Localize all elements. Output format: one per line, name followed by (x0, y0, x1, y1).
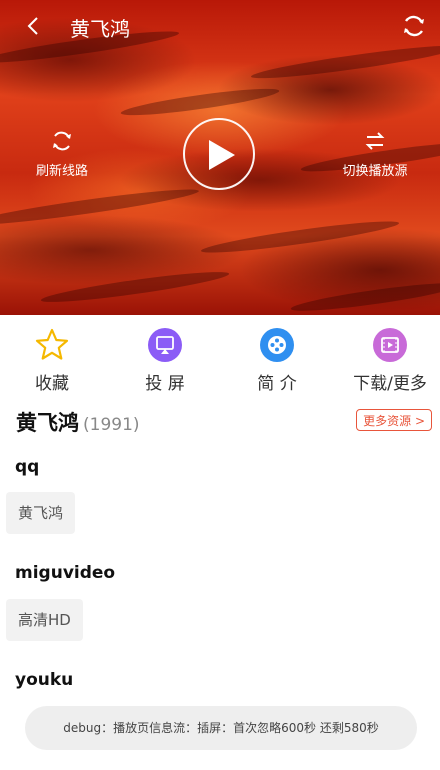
source-name-miguvideo: miguvideo (15, 563, 116, 583)
source-name-youku: youku (15, 670, 74, 690)
movie-year: (1991) (83, 415, 140, 435)
intro-label: 简 介 (257, 374, 297, 394)
film-reel-icon (259, 327, 295, 363)
source-name-qq: qq (15, 457, 40, 477)
cast-button[interactable]: 投 屏 (115, 325, 215, 394)
favorite-button[interactable]: 收藏 (2, 325, 102, 394)
favorite-label: 收藏 (35, 374, 69, 394)
episode-chip[interactable]: 高清HD (6, 599, 83, 641)
download-more-label: 下载/更多 (353, 374, 427, 394)
action-bar: 收藏 投 屏 简 介 下载/更多 (0, 325, 440, 395)
movie-title: 黄飞鸿 (1991) (16, 407, 140, 437)
page-title: 黄飞鸿 (70, 17, 130, 41)
play-button[interactable] (183, 118, 255, 190)
download-more-icon (372, 327, 408, 363)
debug-toast: debug：播放页信息流：插屏：首次忽略600秒 还剩580秒 (25, 706, 417, 750)
rotate-button[interactable] (400, 12, 428, 40)
play-icon (209, 140, 235, 170)
refresh-icon (404, 15, 424, 37)
back-button[interactable] (22, 14, 46, 38)
refresh-line-icon (53, 131, 71, 151)
chevron-left-icon (27, 17, 38, 35)
switch-source-button[interactable]: 切换播放源 (330, 128, 420, 179)
download-more-button[interactable]: 下载/更多 (340, 325, 440, 394)
episode-chip[interactable]: 黄飞鸿 (6, 492, 76, 534)
cast-icon (147, 327, 183, 363)
refresh-line-label: 刷新线路 (35, 164, 88, 179)
more-sources-button[interactable]: 更多资源 > (356, 409, 432, 431)
player-top-bar: 黄飞鸿 (0, 0, 440, 52)
cast-label: 投 屏 (145, 374, 185, 394)
intro-button[interactable]: 简 介 (227, 325, 327, 394)
movie-title-text: 黄飞鸿 (16, 411, 79, 435)
video-player[interactable]: 黄飞鸿 刷新线路 切换播放源 (0, 0, 440, 315)
switch-source-label: 切换播放源 (342, 164, 408, 179)
star-icon (34, 327, 70, 363)
switch-icon (365, 132, 385, 150)
refresh-line-button[interactable]: 刷新线路 (22, 128, 102, 179)
